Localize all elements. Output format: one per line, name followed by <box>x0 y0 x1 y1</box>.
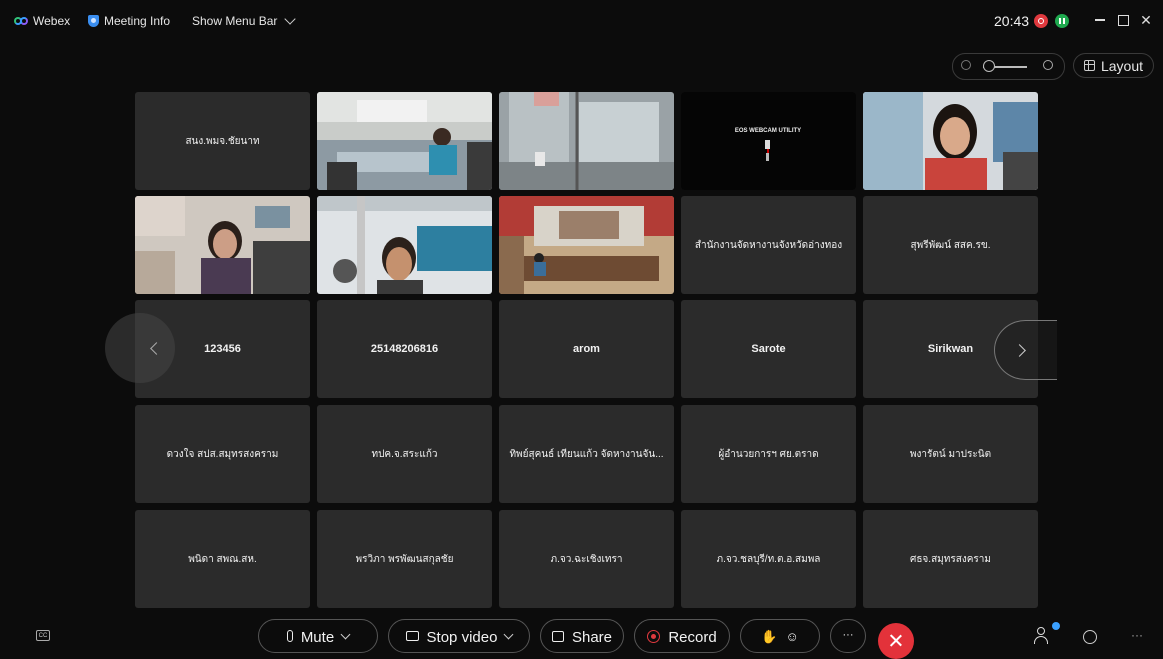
participant-name: พงารัตน์ มาประนิต <box>909 448 992 460</box>
reactions-button[interactable]: ✋ ☺ <box>740 619 820 653</box>
participant-tile[interactable]: ดวงใจ สปส.สมุทรสงคราม <box>135 405 310 503</box>
zoom-in-icon[interactable] <box>1043 60 1053 70</box>
minimize-button[interactable] <box>1090 10 1110 30</box>
video-tile[interactable]: EOS WEBCAM UTILITY <box>681 92 856 190</box>
video-tile[interactable] <box>135 196 310 294</box>
participant-name: สุพรีพัฒน์ สสค.รข. <box>910 239 991 251</box>
mute-label: Mute <box>300 629 335 646</box>
network-status-icon[interactable] <box>1055 14 1069 28</box>
participant-name: Sirikwan <box>927 343 974 355</box>
meeting-info-button[interactable]: Meeting Info <box>88 14 170 28</box>
participant-tile[interactable]: พนิดา สพณ.สห. <box>135 510 310 608</box>
participant-name: 123456 <box>204 343 241 355</box>
participant-tile[interactable]: arom <box>499 300 674 398</box>
close-window-button[interactable]: ✕ <box>1136 10 1156 30</box>
grid-layout-icon <box>1083 60 1095 71</box>
record-icon <box>647 630 661 643</box>
webex-logo-icon <box>14 16 28 26</box>
participant-tile[interactable]: สำนักงานจัดหางานจังหวัดอ่างทอง <box>681 196 856 294</box>
svg-text:EOS WEBCAM UTILITY: EOS WEBCAM UTILITY <box>735 128 801 134</box>
emoji-icon[interactable]: ☺ <box>785 629 798 644</box>
participant-tile[interactable]: ภ.จว.ชลบุรี/ท.ต.อ.สมพล <box>681 510 856 608</box>
participant-name: ศธจ.สมุทรสงคราม <box>909 553 991 565</box>
chevron-down-icon <box>284 13 297 25</box>
participant-tile[interactable]: สนง.พมจ.ชัยนาท <box>135 92 310 190</box>
video-tile[interactable] <box>863 92 1038 190</box>
end-call-button[interactable] <box>878 623 914 659</box>
participant-tile[interactable]: Sarote <box>681 300 856 398</box>
participant-tile[interactable]: 25148206816 <box>317 300 492 398</box>
meeting-clock: 20:43 <box>994 13 1030 29</box>
participant-tile[interactable]: พงารัตน์ มาประนิต <box>863 405 1038 503</box>
participant-name: arom <box>573 343 600 355</box>
microphone-icon <box>286 630 293 642</box>
app-name: Webex <box>33 14 71 28</box>
participant-tile[interactable]: ศธจ.สมุทรสงคราม <box>863 510 1038 608</box>
layout-button[interactable]: Layout <box>1073 53 1154 78</box>
participant-name: ภ.จว.ฉะเชิงเทรา <box>550 553 623 565</box>
stop-video-button[interactable]: Stop video <box>388 619 530 653</box>
layout-label: Layout <box>1100 57 1144 74</box>
video-tile[interactable] <box>317 92 492 190</box>
participant-tile[interactable]: ทปค.จ.สระแก้ว <box>317 405 492 503</box>
participant-tile[interactable]: ทิพย์สุคนธ์ เทียนแก้ว จัดหางานจัน... <box>499 405 674 503</box>
record-label: Record <box>668 629 717 646</box>
video-tile[interactable] <box>499 196 674 294</box>
participant-tile[interactable]: ผู้อำนวยการฯ ศย.ตราด <box>681 405 856 503</box>
shield-icon <box>88 15 99 27</box>
more-options-label: ··· <box>842 629 854 641</box>
participant-name: Sarote <box>751 343 786 355</box>
more-options-button[interactable]: ··· <box>830 619 866 653</box>
previous-page-button[interactable] <box>105 313 175 383</box>
notification-dot <box>1052 622 1060 630</box>
stop-video-label: Stop video <box>426 629 498 646</box>
video-tile[interactable] <box>317 196 492 294</box>
participant-tile[interactable]: สุพรีพัฒน์ สสค.รข. <box>863 196 1038 294</box>
participant-video <box>317 92 492 190</box>
video-tile[interactable] <box>499 92 674 190</box>
webex-menu[interactable]: Webex <box>14 14 70 28</box>
mute-button[interactable]: Mute <box>258 619 378 653</box>
maximize-button[interactable] <box>1113 10 1133 30</box>
zoom-handle[interactable] <box>983 60 995 72</box>
camera-icon <box>405 631 419 641</box>
participant-name: พนิดา สพณ.สห. <box>188 553 257 565</box>
participant-tile[interactable]: พรวิภา พรพัฒนสกุลชัย <box>317 510 492 608</box>
title-bar: Webex Meeting Info Show Menu Bar 20:43 ✕ <box>0 0 1163 44</box>
participant-tile[interactable]: ภ.จว.ฉะเชิงเทรา <box>499 510 674 608</box>
recording-status-icon[interactable] <box>1034 14 1048 28</box>
show-menu-bar-button[interactable]: Show Menu Bar <box>192 13 297 28</box>
share-label: Share <box>571 629 613 646</box>
next-page-button[interactable] <box>994 320 1057 380</box>
participant-video <box>499 92 674 190</box>
show-menu-bar-label: Show Menu Bar <box>192 14 278 28</box>
share-button[interactable]: Share <box>540 619 624 653</box>
zoom-slider[interactable] <box>952 53 1065 80</box>
chat-icon[interactable] <box>1083 630 1097 644</box>
chevron-down-icon[interactable] <box>340 629 351 640</box>
participant-name: พรวิภา พรพัฒนสกุลชัย <box>355 553 454 565</box>
participant-video <box>135 196 310 294</box>
participants-icon[interactable] <box>1034 627 1048 644</box>
participant-name: ทปค.จ.สระแก้ว <box>371 448 438 460</box>
participant-name: ดวงใจ สปส.สมุทรสงคราม <box>166 448 279 460</box>
meeting-info-label: Meeting Info <box>104 14 171 28</box>
participant-name: ทิพย์สุคนธ์ เทียนแก้ว จัดหางานจัน... <box>509 448 664 460</box>
participant-video: EOS WEBCAM UTILITY <box>681 92 856 190</box>
chevron-down-icon[interactable] <box>503 629 514 640</box>
participant-name: ผู้อำนวยการฯ ศย.ตราด <box>718 448 819 460</box>
zoom-out-icon[interactable] <box>961 60 971 70</box>
more-panels-icon[interactable]: ··· <box>1131 628 1143 642</box>
participant-name: สำนักงานจัดหางานจังหวัดอ่างทอง <box>694 239 843 251</box>
participant-video <box>499 196 674 294</box>
closed-captions-button[interactable]: CC <box>36 630 50 641</box>
participant-name: 25148206816 <box>370 343 439 355</box>
participant-video <box>317 196 492 294</box>
participant-video <box>863 92 1038 190</box>
share-icon <box>551 631 564 642</box>
participant-name: สนง.พมจ.ชัยนาท <box>185 135 260 147</box>
record-button[interactable]: Record <box>634 619 730 653</box>
participant-name: ภ.จว.ชลบุรี/ท.ต.อ.สมพล <box>716 553 821 565</box>
